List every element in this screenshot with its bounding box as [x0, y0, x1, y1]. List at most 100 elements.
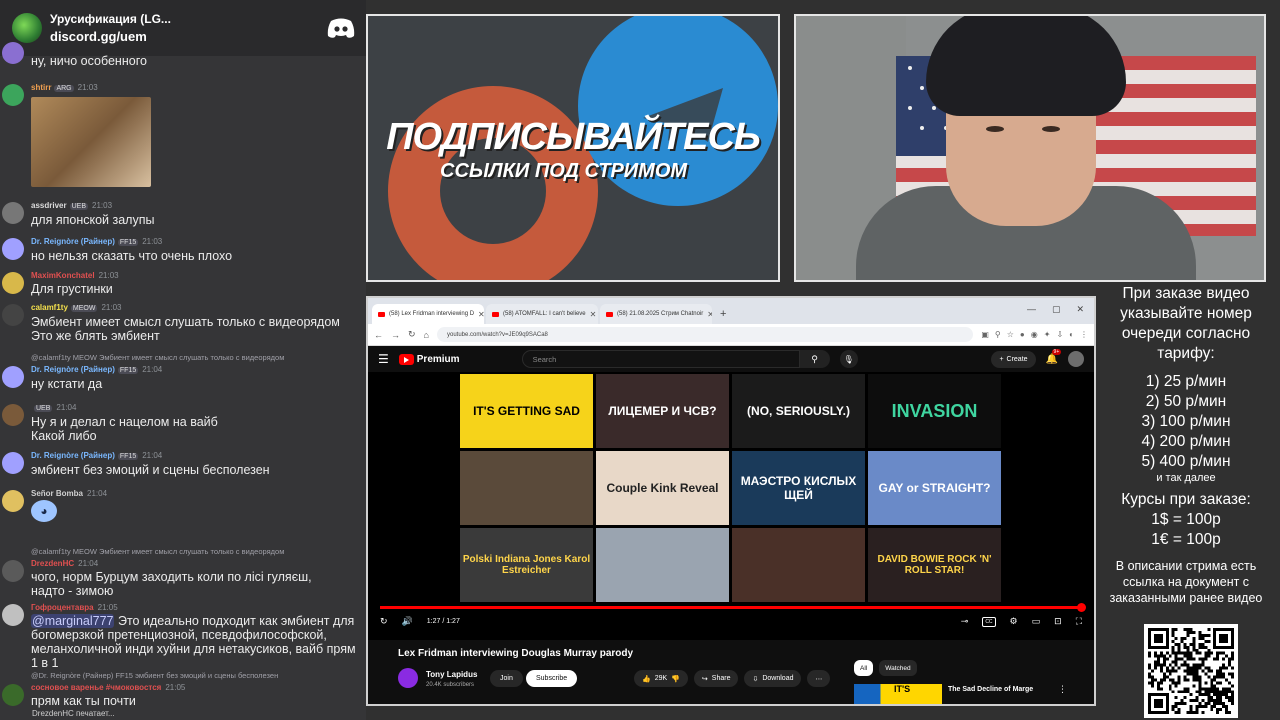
- downloads-icon[interactable]: ⇩: [1056, 330, 1063, 339]
- channel-name[interactable]: Tony Lapidus: [426, 670, 477, 679]
- more-options-icon[interactable]: ⋮: [1058, 684, 1067, 695]
- user-avatar[interactable]: [2, 84, 24, 106]
- message-author[interactable]: DrezdenHC: [31, 559, 74, 568]
- user-avatar[interactable]: [2, 366, 24, 388]
- reload-icon[interactable]: ↻: [408, 329, 416, 340]
- more-actions-button[interactable]: ⋯: [807, 670, 831, 687]
- fullscreen-icon[interactable]: ⛶: [1076, 616, 1082, 627]
- search-icon[interactable]: ⚲: [799, 350, 830, 368]
- endscreen-video-thumbnail[interactable]: [732, 528, 865, 602]
- recommended-thumbnail[interactable]: IT'S: [854, 684, 942, 704]
- browser-tab-1[interactable]: (58) Lex Fridman interviewing D✕: [372, 304, 484, 324]
- replay-icon[interactable]: ↻: [380, 616, 388, 627]
- endscreen-video-thumbnail[interactable]: [460, 451, 593, 525]
- endscreen-video-thumbnail[interactable]: GAY or STRAIGHT?: [868, 451, 1001, 525]
- message-author[interactable]: сосновое варенье #чмоковостся: [31, 683, 161, 692]
- reply-reference[interactable]: @Dr. Reignòre (Райнер) FF15 эмбиент без …: [0, 670, 366, 682]
- channel-avatar[interactable]: [398, 668, 418, 688]
- volume-icon[interactable]: 🔊: [402, 616, 413, 627]
- chip-all[interactable]: All: [854, 660, 874, 676]
- user-avatar[interactable]: [2, 490, 24, 512]
- youtube-logo[interactable]: Premium: [398, 353, 460, 365]
- reply-reference[interactable]: @calamf1ty MEOW Эмбиент имеет смысл слуш…: [0, 352, 366, 364]
- microphone-icon[interactable]: 🎙: [839, 350, 858, 368]
- profile-icon[interactable]: ◐: [1069, 330, 1074, 339]
- user-mention[interactable]: @marginal777: [31, 614, 115, 628]
- user-avatar[interactable]: [2, 684, 24, 706]
- chat-message: Señor Bomba 21:04 ◕: [0, 488, 366, 522]
- bookmark-star-icon[interactable]: ☆: [1007, 330, 1014, 339]
- video-player[interactable]: IT'S GETTING SAD ЛИЦЕМЕР И ЧСВ? (NO, SERIO…: [368, 372, 1094, 640]
- thumbs-down-icon[interactable]: 👎: [671, 675, 680, 683]
- message-author[interactable]: Гофроцентавра: [31, 603, 94, 612]
- message-author[interactable]: calamf1ty: [31, 303, 68, 312]
- message-author[interactable]: MaximKonchatel: [31, 271, 95, 280]
- message-author[interactable]: Señor Bomba: [31, 489, 83, 498]
- user-avatar[interactable]: [2, 604, 24, 626]
- user-avatar[interactable]: [2, 42, 24, 64]
- menu-dots-icon[interactable]: ⋮: [1080, 330, 1088, 339]
- url-field[interactable]: youtube.com/watch?v=JE09q9SACa8: [436, 327, 974, 342]
- endscreen-video-thumbnail[interactable]: Polski Indiana Jones Karol Estreicher: [460, 528, 593, 602]
- search-input[interactable]: Search: [521, 350, 800, 368]
- miniplayer-icon[interactable]: ▭: [1032, 616, 1041, 627]
- user-avatar[interactable]: [2, 304, 24, 326]
- cast-icon[interactable]: ⊡: [1054, 616, 1062, 627]
- back-icon[interactable]: ←: [374, 330, 383, 340]
- like-button[interactable]: 👍 29K 👎: [634, 670, 688, 687]
- message-author[interactable]: assdriver: [31, 201, 67, 210]
- zoom-icon[interactable]: ⚲: [995, 330, 1001, 339]
- server-invite-link[interactable]: discord.gg/uem: [50, 29, 326, 44]
- forward-icon[interactable]: →: [391, 330, 400, 340]
- chip-watched[interactable]: Watched: [879, 660, 917, 676]
- endscreen-video-thumbnail[interactable]: ЛИЦЕМЕР И ЧСВ?: [596, 374, 729, 448]
- subscribe-button[interactable]: Subscribe: [526, 670, 578, 687]
- endscreen-video-thumbnail[interactable]: [596, 528, 729, 602]
- notifications-bell-icon[interactable]: 🔔 9+: [1046, 348, 1062, 365]
- user-avatar[interactable]: [2, 560, 24, 582]
- extension-icon[interactable]: ●: [1020, 330, 1025, 339]
- reply-reference[interactable]: @calamf1ty MEOW Эмбиент имеет смысл слуш…: [0, 546, 366, 558]
- home-icon[interactable]: ⌂: [424, 330, 429, 340]
- shared-image[interactable]: [31, 97, 151, 187]
- endscreen-video-thumbnail[interactable]: МАЭСТРО КИСЛЫХ ЩЕЙ: [732, 451, 865, 525]
- user-avatar[interactable]: [2, 202, 24, 224]
- screenshot-icon[interactable]: ▣: [981, 330, 989, 339]
- share-button[interactable]: ↪ Share: [693, 670, 739, 687]
- hamburger-menu-icon[interactable]: ☰: [378, 352, 389, 366]
- message-author[interactable]: Dr. Reignòre (Райнер): [31, 451, 115, 460]
- maximize-icon[interactable]: ▢: [1052, 304, 1061, 315]
- recommended-title[interactable]: The Sad Decline of Marge: [948, 686, 1033, 693]
- new-tab-icon[interactable]: +: [714, 308, 732, 324]
- settings-gear-icon[interactable]: ⚙: [1010, 616, 1018, 627]
- download-button[interactable]: ⇩ Download: [744, 670, 802, 687]
- window-close-icon[interactable]: ✕: [1076, 304, 1084, 315]
- autoplay-toggle-icon[interactable]: ⊸: [961, 616, 969, 627]
- close-icon[interactable]: ✕: [707, 310, 712, 319]
- close-icon[interactable]: ✕: [478, 310, 484, 319]
- user-avatar[interactable]: [2, 452, 24, 474]
- message-author[interactable]: Dr. Reignòre (Райнер): [31, 237, 115, 246]
- progress-bar[interactable]: [380, 603, 1086, 612]
- puzzle-icon[interactable]: ✦: [1044, 330, 1051, 339]
- account-avatar[interactable]: [1068, 351, 1084, 367]
- message-author[interactable]: shtirr: [31, 83, 51, 92]
- browser-tab-3[interactable]: (58) 21.08.2025 Стрим Chatnoir✕: [600, 304, 712, 324]
- endscreen-video-thumbnail[interactable]: (NO, SERIOUSLY.): [732, 374, 865, 448]
- user-avatar[interactable]: [2, 238, 24, 260]
- captions-icon[interactable]: CC: [982, 616, 996, 627]
- scrubber-handle[interactable]: [1077, 603, 1086, 612]
- endscreen-video-thumbnail[interactable]: Couple Kink Reveal: [596, 451, 729, 525]
- minimize-icon[interactable]: —: [1027, 304, 1036, 315]
- endscreen-video-thumbnail[interactable]: IT'S GETTING SAD: [460, 374, 593, 448]
- close-icon[interactable]: ✕: [590, 310, 597, 319]
- join-button[interactable]: Join: [490, 670, 523, 687]
- user-avatar[interactable]: [2, 272, 24, 294]
- extension-icon[interactable]: ◉: [1031, 330, 1038, 339]
- endscreen-video-thumbnail[interactable]: INVASION: [868, 374, 1001, 448]
- browser-tab-2[interactable]: (58) ATOMFALL: I can't believe ✕: [486, 304, 598, 324]
- create-button[interactable]: + Create: [991, 350, 1036, 368]
- message-author[interactable]: Dr. Reignòre (Райнер): [31, 365, 115, 374]
- user-avatar[interactable]: [2, 404, 24, 426]
- endscreen-video-thumbnail[interactable]: DAVID BOWIE ROCK 'N' ROLL STAR!: [868, 528, 1001, 602]
